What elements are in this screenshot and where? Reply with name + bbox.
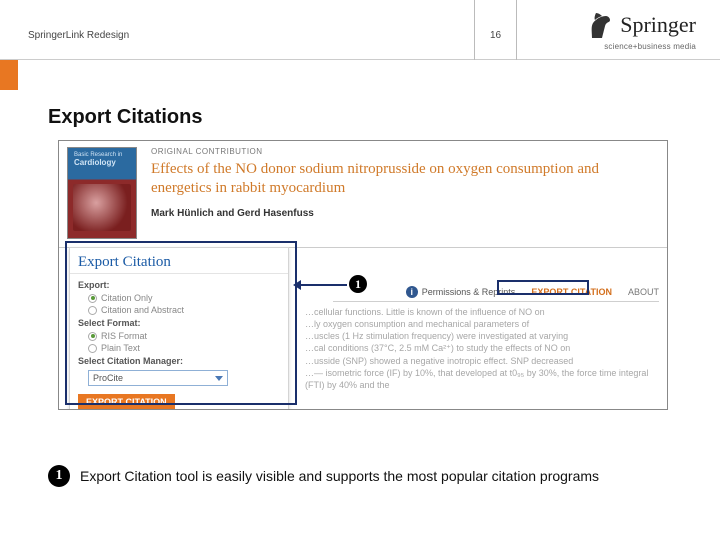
export-citation-button[interactable]: EXPORT CITATION — [78, 394, 175, 410]
select-value: ProCite — [93, 373, 123, 383]
panel-title: Export Citation — [70, 248, 288, 274]
opt-citation-only[interactable]: Citation Only — [70, 292, 288, 304]
radio-icon — [88, 332, 97, 341]
group-manager-label: Select Citation Manager: — [70, 354, 288, 368]
radio-icon — [88, 306, 97, 315]
article-authors: Mark Hünlich and Gerd Hasenfuss — [151, 208, 659, 219]
accent-block — [0, 60, 18, 90]
springer-horse-icon — [588, 10, 614, 40]
caption-text: Export Citation tool is easily visible a… — [80, 468, 599, 484]
citation-manager-select[interactable]: ProCite — [88, 370, 228, 386]
brand-name: Springer — [620, 12, 696, 38]
slide-header: SpringerLink Redesign 16 Springer scienc… — [0, 0, 720, 60]
opt-label: Plain Text — [101, 343, 140, 353]
article-header: Basic Research in Cardiology ORIGINAL CO… — [59, 141, 667, 245]
callout-highlight-tab — [497, 280, 589, 295]
page-title: Export Citations — [48, 106, 202, 129]
journal-cover-thumbnail: Basic Research in Cardiology — [67, 147, 137, 239]
radio-icon — [88, 294, 97, 303]
opt-citation-abstract[interactable]: Citation and Abstract — [70, 304, 288, 316]
group-export-label: Export: — [70, 278, 288, 292]
opt-ris[interactable]: RIS Format — [70, 330, 288, 342]
deck-title: SpringerLink Redesign — [28, 30, 129, 41]
radio-icon — [88, 344, 97, 353]
opt-label: RIS Format — [101, 331, 147, 341]
chevron-down-icon — [215, 376, 223, 381]
article-title[interactable]: Effects of the NO donor sodium nitroprus… — [151, 160, 659, 198]
article-kicker: ORIGINAL CONTRIBUTION — [151, 147, 659, 156]
slide-number: 16 — [490, 30, 501, 41]
header-divider — [474, 0, 475, 60]
tab-about[interactable]: ABOUT — [628, 287, 659, 297]
screenshot-frame: Basic Research in Cardiology ORIGINAL CO… — [58, 140, 668, 410]
abstract-text-preview: …cellular functions. Little is known of … — [305, 306, 657, 391]
article-action-tabs: i Permissions & Reprints EXPORT CITATION… — [333, 286, 659, 302]
opt-label: Citation and Abstract — [101, 305, 184, 315]
opt-label: Citation Only — [101, 293, 153, 303]
slide-caption: 1 Export Citation tool is easily visible… — [48, 465, 680, 487]
brand-block: Springer science+business media — [588, 10, 696, 51]
group-format-label: Select Format: — [70, 316, 288, 330]
opt-plain[interactable]: Plain Text — [70, 342, 288, 354]
info-icon: i — [406, 286, 418, 298]
caption-number-1: 1 — [48, 465, 70, 487]
export-citation-panel: Export Citation Export: Citation Only Ci… — [69, 247, 289, 410]
header-divider — [516, 0, 517, 60]
thumb-line2: Cardiology — [74, 158, 116, 167]
brand-tagline: science+business media — [588, 42, 696, 51]
